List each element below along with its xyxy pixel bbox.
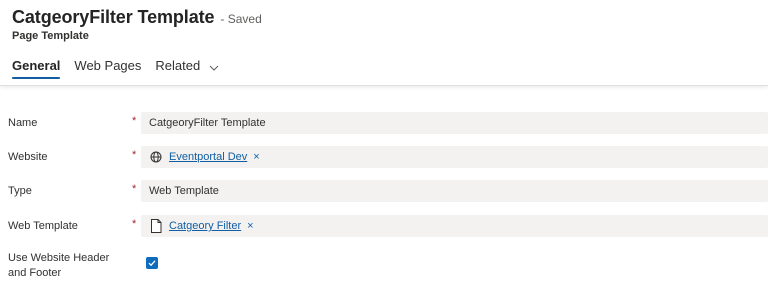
website-label: Website	[8, 151, 48, 163]
use-header-footer-checkbox[interactable]	[146, 257, 158, 269]
tab-related[interactable]: Related	[155, 57, 219, 79]
required-indicator: *	[132, 115, 137, 127]
type-label: Type	[8, 185, 32, 197]
chevron-down-icon	[209, 58, 219, 76]
document-icon	[149, 219, 163, 233]
use-header-footer-label: Use Website Header and Footer	[8, 252, 110, 279]
web-template-link[interactable]: Catgeory Filter	[169, 220, 241, 232]
required-indicator: *	[132, 183, 137, 195]
required-indicator: *	[132, 149, 137, 161]
entity-name: Page Template	[12, 30, 89, 42]
tab-web-pages[interactable]: Web Pages	[74, 57, 141, 79]
website-lookup[interactable]: Eventportal Dev ×	[141, 146, 768, 168]
record-title: CatgeoryFilter Template	[12, 7, 215, 27]
website-link[interactable]: Eventportal Dev	[169, 151, 247, 163]
name-label: Name	[8, 117, 38, 129]
tab-related-label: Related	[155, 58, 201, 73]
tab-general[interactable]: General	[12, 57, 61, 79]
web-template-label: Web Template	[8, 220, 78, 232]
globe-icon	[149, 150, 163, 164]
checkmark-icon	[148, 260, 156, 267]
required-indicator: *	[132, 218, 137, 230]
remove-website-icon[interactable]: ×	[253, 151, 259, 163]
type-select[interactable]: Web Template	[141, 180, 768, 202]
saved-status: - Saved	[220, 12, 262, 26]
web-template-lookup[interactable]: Catgeory Filter ×	[141, 215, 768, 237]
record-header: CatgeoryFilter Template - Saved Page Tem…	[0, 0, 768, 86]
name-field[interactable]: CatgeoryFilter Template	[141, 112, 768, 134]
type-value: Web Template	[149, 185, 219, 197]
name-value: CatgeoryFilter Template	[149, 117, 266, 129]
tab-list: General Web Pages Related	[12, 57, 233, 79]
remove-web-template-icon[interactable]: ×	[247, 220, 253, 232]
title-row: CatgeoryFilter Template - Saved	[12, 7, 262, 28]
